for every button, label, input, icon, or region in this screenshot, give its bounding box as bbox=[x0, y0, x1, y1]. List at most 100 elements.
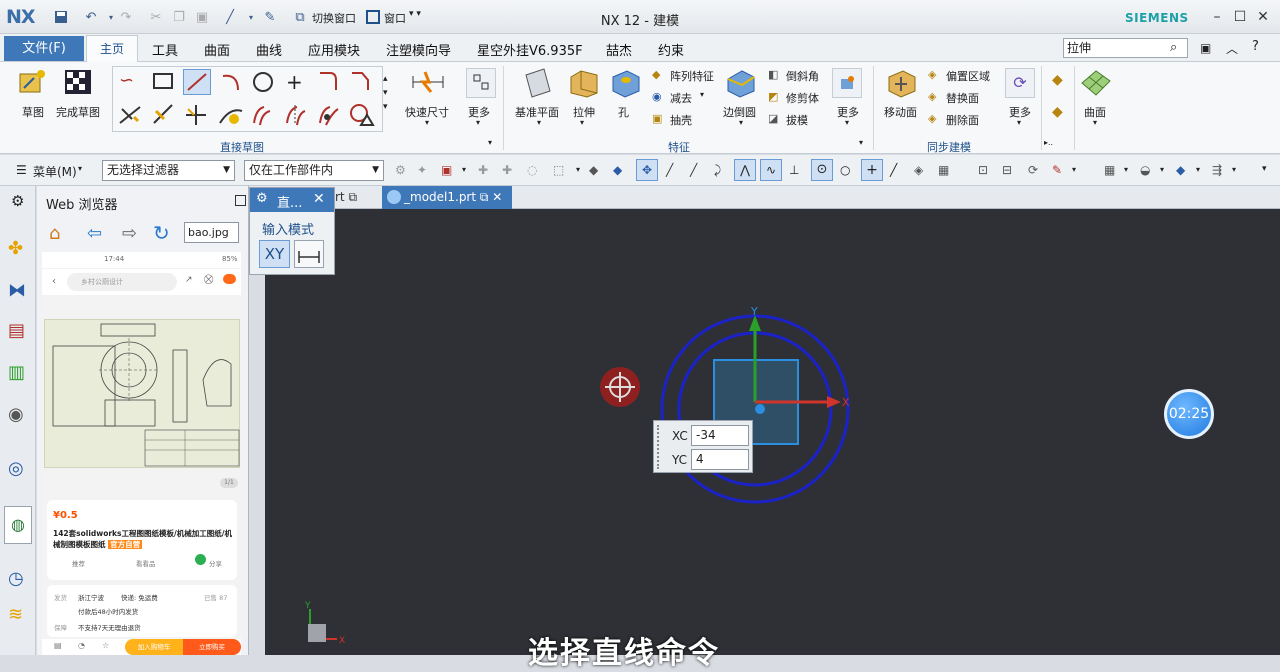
phone-cart-icon[interactable]: ⛒ bbox=[204, 275, 213, 285]
offset-region-button[interactable]: 偏置区域 bbox=[946, 68, 990, 84]
sketch-icon[interactable] bbox=[18, 68, 48, 99]
menu-icon[interactable]: ☰ bbox=[16, 163, 27, 177]
chamfer-feature-icon[interactable]: ◧ bbox=[768, 68, 778, 81]
close-icon[interactable]: ✕ bbox=[313, 191, 325, 207]
add-cart-button[interactable]: 加入购物车 bbox=[125, 639, 183, 655]
surface-dropdown-icon[interactable]: ▾ bbox=[1093, 118, 1097, 127]
service-icon[interactable]: ◔ bbox=[78, 641, 85, 650]
phone-search-input[interactable]: 乡村公厕设计 bbox=[67, 273, 177, 291]
control-point-snap-icon[interactable]: ⊥ bbox=[789, 163, 804, 178]
share-button[interactable]: 分享 bbox=[209, 558, 222, 568]
refresh-icon[interactable]: ↻ bbox=[153, 221, 170, 245]
web-browser-tab-icon[interactable]: ◍ bbox=[4, 506, 32, 544]
orient-dropdown-icon[interactable]: ▾ bbox=[1160, 165, 1164, 174]
more-sync-icon[interactable]: ⟳ bbox=[1005, 68, 1035, 98]
extrude-dropdown-icon[interactable]: ▾ bbox=[580, 118, 584, 127]
work-layer-icon[interactable]: ⇶ bbox=[1212, 163, 1227, 178]
fillet-icon[interactable] bbox=[318, 70, 340, 95]
search-icon[interactable]: ⌕ bbox=[1170, 40, 1177, 55]
snap-point-icon[interactable]: ✥ bbox=[636, 159, 658, 181]
curve-rule-icon[interactable]: ⤸ bbox=[714, 163, 729, 178]
tab-zhejie[interactable]: 喆杰 bbox=[606, 40, 632, 59]
part-navigator-icon[interactable]: ✤ bbox=[8, 238, 30, 260]
pattern-feature-button[interactable]: 阵列特征 bbox=[670, 68, 714, 84]
pattern-feature-icon[interactable]: ◆ bbox=[652, 68, 660, 81]
solid-filter-icon[interactable]: ◆ bbox=[589, 163, 604, 178]
box-select-icon[interactable]: ⬚ bbox=[553, 163, 568, 178]
sketch-button[interactable]: 草图 bbox=[22, 104, 44, 120]
quick-trim-icon[interactable] bbox=[118, 103, 142, 130]
hole-icon[interactable] bbox=[609, 67, 641, 102]
bounded-grid-snap-icon[interactable]: ▦ bbox=[938, 163, 953, 178]
combine-icon[interactable]: ◆ bbox=[1052, 72, 1063, 88]
yc-input[interactable]: 4 bbox=[691, 449, 749, 470]
buy-now-button[interactable]: 立即购买 bbox=[183, 639, 241, 655]
chamfer-button[interactable]: 倒斜角 bbox=[786, 68, 819, 84]
xy-mode-button[interactable]: XY bbox=[259, 240, 290, 268]
tab-curve[interactable]: 曲线 bbox=[256, 40, 282, 59]
snap-tool-icon[interactable]: ◌ bbox=[527, 163, 542, 178]
favorite-icon[interactable]: ☆ bbox=[102, 641, 109, 650]
view-manager-icon[interactable]: ◉ bbox=[8, 404, 30, 426]
close-button[interactable]: ✕ bbox=[1253, 7, 1273, 27]
feature-group-expand-icon[interactable]: ▾ bbox=[859, 138, 863, 147]
tab-previous-part[interactable]: rt ⧉ bbox=[335, 190, 357, 205]
tab-home[interactable]: 主页 bbox=[86, 35, 138, 63]
point-on-face-snap-icon[interactable]: ◈ bbox=[914, 163, 929, 178]
select-tool-icon[interactable]: ▣ bbox=[441, 163, 456, 178]
view-pan-icon[interactable]: ✎ bbox=[1052, 163, 1067, 178]
type-filter-select[interactable]: 无选择过滤器 ▼ bbox=[102, 160, 235, 181]
more-feature-icon[interactable] bbox=[832, 68, 862, 98]
select-dropdown-icon[interactable]: ▾ bbox=[462, 165, 466, 174]
point-on-curve-snap-icon[interactable]: ╱ bbox=[890, 163, 905, 178]
arc-center-snap-icon[interactable]: ○ bbox=[840, 163, 855, 178]
more-sync-dropdown-icon[interactable]: ▾ bbox=[1017, 118, 1021, 127]
web-browser-icon[interactable]: ◎ bbox=[8, 458, 30, 480]
roles-icon[interactable]: ≋ bbox=[8, 604, 30, 626]
finish-sketch-button[interactable]: 完成草图 bbox=[56, 104, 100, 120]
point-icon[interactable]: + bbox=[286, 70, 303, 94]
intersection-point-icon[interactable] bbox=[316, 103, 342, 130]
xc-input[interactable]: -34 bbox=[691, 425, 749, 446]
replace-face-button[interactable]: 替换面 bbox=[946, 90, 979, 106]
chamfer-icon[interactable] bbox=[350, 70, 372, 95]
snap-tool-icon[interactable]: ✚ bbox=[478, 163, 493, 178]
edge-blend-icon[interactable] bbox=[724, 67, 756, 102]
assembly-navigator-icon[interactable]: ⧓ bbox=[8, 280, 30, 302]
gallery-scroll-icon[interactable]: ▴ ▾ ▾ bbox=[383, 72, 388, 114]
unite-icon[interactable]: ◆ bbox=[1052, 104, 1063, 120]
quick-extend-icon[interactable] bbox=[152, 103, 176, 130]
subtract-icon[interactable]: ◉ bbox=[652, 90, 662, 103]
edge-filter-icon[interactable]: ╱ bbox=[690, 163, 705, 178]
dim-dropdown-icon[interactable]: ▾ bbox=[425, 118, 429, 127]
web-page[interactable]: 17:44 85% ‹ 乡村公厕设计 ↗ ⛒ 1/1 ¥0.5 142套soli… bbox=[42, 252, 241, 655]
rapid-dimension-icon[interactable] bbox=[411, 68, 445, 97]
offset-region-icon[interactable]: ◈ bbox=[928, 68, 936, 81]
constraint-navigator-icon[interactable]: ▤ bbox=[8, 320, 30, 342]
render-style-icon[interactable]: ▦ bbox=[1104, 163, 1119, 178]
tab-application[interactable]: 应用模块 bbox=[308, 40, 360, 59]
ribbon-options-icon[interactable]: ▣ bbox=[1200, 41, 1211, 55]
view-zoom-icon[interactable]: ⊟ bbox=[1002, 163, 1017, 178]
move-face-button[interactable]: 移动面 bbox=[884, 104, 917, 120]
snap-tool-icon[interactable]: ⚙ bbox=[395, 163, 410, 178]
menu-button[interactable]: 菜单(M) bbox=[33, 163, 77, 180]
existing-point-snap-icon[interactable]: + bbox=[861, 159, 883, 181]
history-icon[interactable]: ◷ bbox=[8, 568, 30, 590]
wechat-icon[interactable] bbox=[195, 554, 206, 565]
render-dropdown-icon[interactable]: ▾ bbox=[1124, 165, 1128, 174]
tab-plugin[interactable]: 星空外挂V6.935F bbox=[477, 40, 583, 59]
trim-body-icon[interactable]: ◩ bbox=[768, 90, 778, 103]
selection-scope-select[interactable]: 仅在工作部件内 ▼ bbox=[244, 160, 384, 181]
recommend-button[interactable]: 推荐 bbox=[72, 558, 85, 568]
tab-tools[interactable]: 工具 bbox=[152, 40, 178, 59]
intersection-snap-icon[interactable]: ⊙ bbox=[811, 159, 833, 181]
finish-sketch-icon[interactable] bbox=[63, 68, 93, 99]
gear-icon[interactable]: ⚙ bbox=[256, 191, 268, 206]
rectangle-icon[interactable] bbox=[152, 72, 174, 93]
forward-icon[interactable]: ⇨ bbox=[122, 223, 137, 244]
gear-icon[interactable]: ⚙ bbox=[11, 192, 24, 210]
datum-dropdown-icon[interactable]: ▾ bbox=[537, 118, 541, 127]
tab-model1[interactable]: _model1.prt ⧉ ✕ bbox=[382, 186, 512, 209]
subtract-dropdown-icon[interactable]: ▾ bbox=[700, 90, 704, 99]
